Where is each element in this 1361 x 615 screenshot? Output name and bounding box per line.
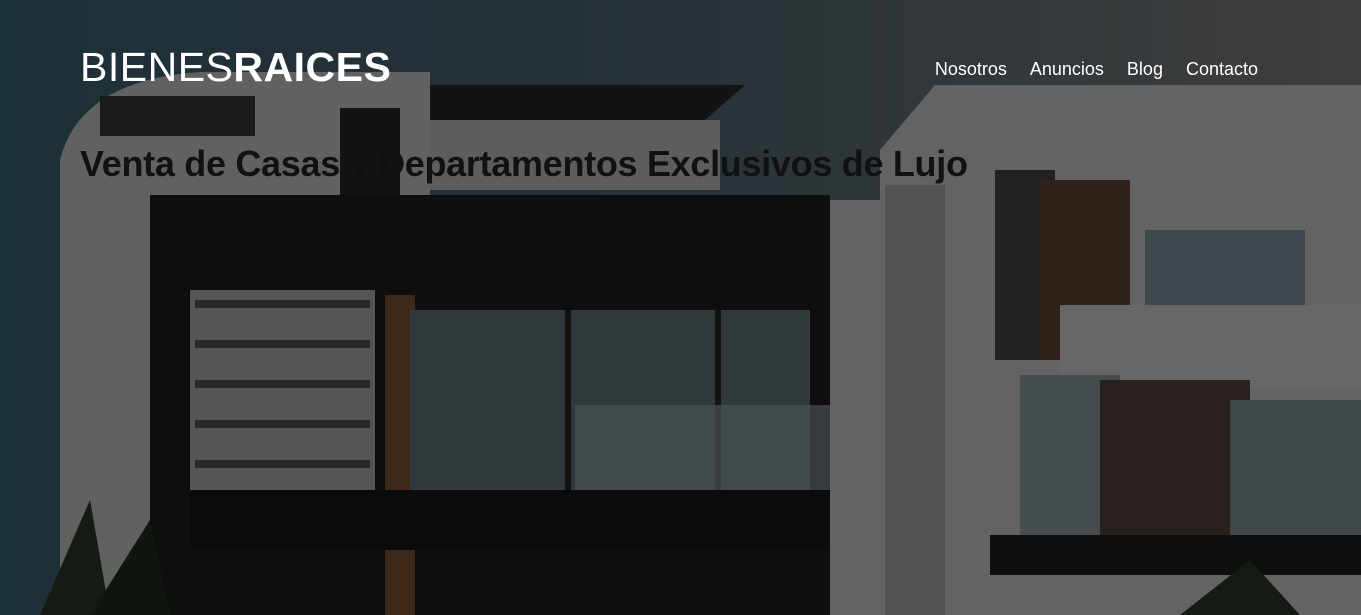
site-logo[interactable]: BIENESRAICES [80,43,392,90]
hero-overlay [0,0,1361,615]
hero-section: BIENESRAICES Nosotros Anuncios Blog Cont… [0,0,1361,615]
main-navigation: Nosotros Anuncios Blog Contacto [935,59,1258,80]
nav-link-anuncios[interactable]: Anuncios [1030,59,1104,80]
site-header: BIENESRAICES Nosotros Anuncios Blog Cont… [80,42,1258,92]
logo-text-light: BIENES [80,43,234,90]
logo-text-bold: RAICES [233,43,392,90]
nav-link-blog[interactable]: Blog [1127,59,1163,80]
nav-link-nosotros[interactable]: Nosotros [935,59,1007,80]
nav-link-contacto[interactable]: Contacto [1186,59,1258,80]
hero-title: Venta de Casas y Departamentos Exclusivo… [80,143,968,184]
